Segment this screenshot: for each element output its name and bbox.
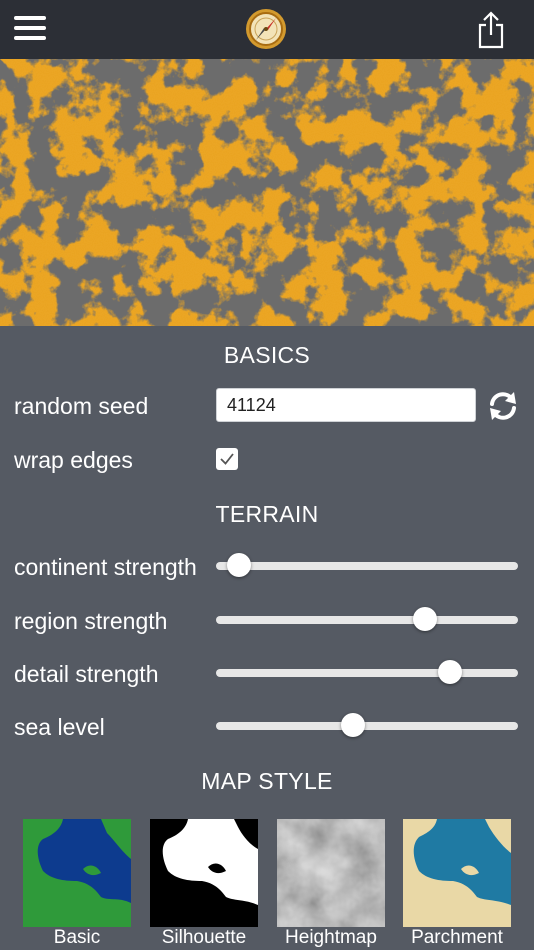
region-strength-label: region strength: [14, 608, 168, 634]
share-button[interactable]: [476, 11, 506, 49]
heightmap-thumbnail: [277, 819, 385, 927]
heightmap-label: Heightmap: [285, 927, 377, 948]
refresh-icon: [490, 392, 516, 420]
basic-label: Basic: [53, 927, 101, 948]
hamburger-menu-icon: [14, 16, 46, 20]
refresh-seed-button[interactable]: [487, 390, 519, 422]
section-title-terrain: TERRAIN: [215, 501, 319, 527]
map-style-basic[interactable]: Basic: [23, 819, 131, 950]
random-seed-input[interactable]: [216, 388, 476, 422]
sea-level-label: sea level: [14, 714, 105, 740]
section-title-basics: BASICS: [223, 342, 311, 368]
parchment-thumbnail: [403, 819, 511, 927]
top-bar: [0, 0, 534, 59]
section-title-map-style: MAP STYLE: [201, 768, 333, 794]
map-style-heightmap[interactable]: Heightmap: [277, 819, 385, 950]
checkmark-icon: [220, 453, 234, 465]
hamburger-line: [14, 26, 46, 30]
map-style-silhouette[interactable]: Silhouette: [150, 819, 258, 950]
settings-panel: BASICS random seed wrap edges TERRAIN co…: [0, 326, 534, 950]
wrap-edges-checkbox[interactable]: [216, 448, 238, 470]
slider-track: [216, 616, 518, 624]
slider-thumb[interactable]: [341, 713, 366, 737]
basic-thumbnail: [23, 819, 131, 927]
wrap-edges-label: wrap edges: [14, 447, 133, 473]
parchment-label: Parchment: [411, 927, 503, 948]
share-icon: [478, 11, 504, 49]
slider-thumb[interactable]: [438, 660, 463, 684]
slider-track: [216, 562, 518, 570]
detail-strength-slider[interactable]: [216, 659, 518, 687]
menu-button[interactable]: [14, 16, 46, 42]
hamburger-line: [14, 36, 46, 40]
map-preview: [0, 59, 534, 326]
slider-track: [216, 722, 518, 730]
detail-strength-label: detail strength: [14, 661, 159, 687]
slider-thumb[interactable]: [413, 607, 438, 631]
sea-level-slider[interactable]: [216, 712, 518, 740]
compass-icon: [245, 8, 287, 50]
region-strength-slider[interactable]: [216, 606, 518, 634]
map-style-parchment[interactable]: Parchment: [403, 819, 511, 950]
silhouette-label: Silhouette: [161, 927, 247, 948]
silhouette-thumbnail: [150, 819, 258, 927]
slider-thumb[interactable]: [227, 553, 252, 577]
slider-track: [216, 669, 518, 677]
continent-strength-label: continent strength: [14, 554, 197, 580]
random-seed-label: random seed: [14, 393, 149, 419]
continent-strength-slider[interactable]: [216, 552, 518, 580]
